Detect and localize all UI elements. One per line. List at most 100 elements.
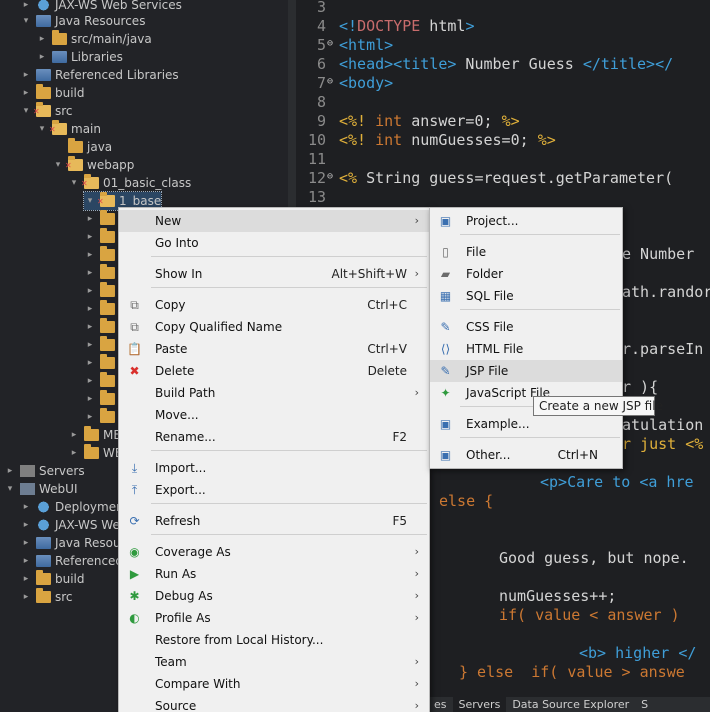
chevron-right-icon[interactable]: ▸: [84, 408, 96, 426]
tree-item[interactable]: ▸ Deployment: [20, 498, 129, 516]
chevron-down-icon[interactable]: ▾: [52, 156, 64, 174]
menu-item-show-in[interactable]: Show In Alt+Shift+W ›: [119, 263, 429, 285]
menu-item-coverage-as[interactable]: ◉ Coverage As ›: [119, 541, 429, 563]
submenu-item-project[interactable]: ▣ Project...: [430, 210, 622, 232]
chevron-right-icon[interactable]: ▸: [36, 30, 48, 48]
tree-item[interactable]: ▸ JAX-WS Web: [20, 516, 128, 534]
chevron-right-icon[interactable]: ▸: [84, 354, 96, 372]
menu-item-copy-qualified-name[interactable]: ⧉ Copy Qualified Name: [119, 316, 429, 338]
menu-item-new[interactable]: New ›: [119, 210, 429, 232]
code-line[interactable]: else {: [439, 492, 493, 510]
tree-item[interactable]: ▸ Referenced: [20, 552, 123, 570]
tree-item[interactable]: ▸: [84, 408, 119, 426]
chevron-right-icon[interactable]: ▸: [84, 228, 96, 246]
code-line[interactable]: <!DOCTYPE html>: [339, 17, 474, 35]
chevron-right-icon[interactable]: ▸: [68, 426, 80, 444]
chevron-right-icon[interactable]: ▸: [20, 570, 32, 588]
code-line[interactable]: numGuesses++;: [499, 587, 616, 605]
menu-item-run-as[interactable]: ▶ Run As ›: [119, 563, 429, 585]
menu-item-move[interactable]: Move...: [119, 404, 429, 426]
tree-item[interactable]: ▸: [84, 246, 119, 264]
menu-item-export[interactable]: ⤒ Export...: [119, 479, 429, 501]
fold-toggle-icon[interactable]: ⊖: [327, 171, 337, 182]
submenu-item-folder[interactable]: ▰ Folder: [430, 263, 622, 285]
code-line[interactable]: e Number: [622, 245, 694, 263]
menu-item-import[interactable]: ⤓ Import...: [119, 457, 429, 479]
tree-item[interactable]: ▸ Java Resourc: [20, 534, 132, 552]
chevron-down-icon[interactable]: ▾: [4, 480, 16, 498]
tree-item[interactable]: ▸: [84, 336, 119, 354]
tree-item[interactable]: ▸: [84, 300, 119, 318]
tree-item[interactable]: java: [52, 138, 112, 156]
tree-item[interactable]: ▸: [84, 354, 119, 372]
submenu-item-css-file[interactable]: ✎ CSS File: [430, 316, 622, 338]
menu-item-compare-with[interactable]: Compare With ›: [119, 673, 429, 695]
menu-item-team[interactable]: Team ›: [119, 651, 429, 673]
tree-item[interactable]: ▾ 01_basic_class: [68, 174, 191, 193]
chevron-right-icon[interactable]: ▸: [84, 300, 96, 318]
chevron-right-icon[interactable]: ▸: [84, 390, 96, 408]
code-line[interactable]: <% String guess=request.getParameter(: [339, 169, 673, 187]
code-line[interactable]: r ){: [622, 378, 658, 396]
chevron-right-icon[interactable]: ▸: [20, 534, 32, 552]
chevron-right-icon[interactable]: ▸: [20, 552, 32, 570]
tree-item[interactable]: ▸: [84, 372, 119, 390]
menu-item-restore-from-local-history[interactable]: Restore from Local History...: [119, 629, 429, 651]
chevron-right-icon[interactable]: ▸: [84, 318, 96, 336]
chevron-right-icon[interactable]: ▸: [20, 84, 32, 102]
code-line[interactable]: ath.randor: [622, 283, 710, 301]
code-line[interactable]: Good guess, but nope.: [499, 549, 689, 567]
code-line[interactable]: <b> higher </: [579, 644, 696, 662]
code-line[interactable]: atulation: [622, 416, 703, 434]
code-line[interactable]: <html>: [339, 36, 393, 54]
code-line[interactable]: <p>Care to <a hre: [540, 473, 694, 491]
menu-item-source[interactable]: Source ›: [119, 695, 429, 712]
submenu-item-jsp-file[interactable]: ✎ JSP File: [430, 360, 622, 382]
chevron-right-icon[interactable]: ▸: [36, 48, 48, 66]
tree-item[interactable]: ▸: [84, 318, 119, 336]
chevron-down-icon[interactable]: ▾: [36, 120, 48, 138]
tree-item[interactable]: ▸ src/main/java: [36, 30, 152, 48]
tab-es[interactable]: es: [428, 697, 453, 712]
tree-item[interactable]: ▾ webapp: [52, 156, 134, 175]
chevron-down-icon[interactable]: ▾: [20, 102, 32, 120]
tree-item[interactable]: ▸ Referenced Libraries: [20, 66, 179, 84]
code-line[interactable]: <head><title> Number Guess </title></: [339, 55, 673, 73]
menu-item-rename[interactable]: Rename... F2: [119, 426, 429, 448]
code-line[interactable]: r.parseIn: [622, 340, 703, 358]
fold-toggle-icon[interactable]: ⊖: [327, 38, 337, 49]
tab-data-source-explorer[interactable]: Data Source Explorer: [506, 697, 635, 712]
fold-toggle-icon[interactable]: ⊖: [327, 76, 337, 87]
chevron-down-icon[interactable]: ▾: [84, 192, 96, 210]
submenu-item-other[interactable]: ▣ Other... Ctrl+N: [430, 444, 622, 466]
tree-item[interactable]: ▸: [84, 282, 119, 300]
tree-item[interactable]: ▸: [84, 264, 119, 282]
chevron-right-icon[interactable]: ▸: [84, 372, 96, 390]
code-line[interactable]: r just <%: [622, 435, 703, 453]
menu-item-refresh[interactable]: ⟳ Refresh F5: [119, 510, 429, 532]
code-line[interactable]: <%! int answer=0; %>: [339, 112, 520, 130]
chevron-right-icon[interactable]: ▸: [84, 282, 96, 300]
code-line[interactable]: if( value < answer ): [499, 606, 680, 624]
tree-item[interactable]: ▸ Libraries: [36, 48, 123, 66]
menu-item-copy[interactable]: ⧉ Copy Ctrl+C: [119, 294, 429, 316]
tree-item[interactable]: ▾ main: [36, 120, 101, 139]
submenu-item-sql-file[interactable]: ▦ SQL File: [430, 285, 622, 307]
chevron-right-icon[interactable]: ▸: [20, 66, 32, 84]
tree-item[interactable]: ▸ WE: [68, 444, 122, 462]
tree-item[interactable]: ▸: [84, 390, 119, 408]
tab-servers[interactable]: Servers: [452, 697, 507, 712]
chevron-right-icon[interactable]: ▸: [20, 498, 32, 516]
submenu-item-html-file[interactable]: ⟨⟩ HTML File: [430, 338, 622, 360]
chevron-right-icon[interactable]: ▸: [84, 264, 96, 282]
chevron-right-icon[interactable]: ▸: [20, 588, 32, 606]
menu-item-paste[interactable]: 📋 Paste Ctrl+V: [119, 338, 429, 360]
chevron-right-icon[interactable]: ▸: [84, 246, 96, 264]
menu-item-profile-as[interactable]: ◐ Profile As ›: [119, 607, 429, 629]
chevron-right-icon[interactable]: ▸: [68, 444, 80, 462]
tree-item[interactable]: ▾ WebUI: [4, 480, 78, 498]
chevron-down-icon[interactable]: ▾: [20, 12, 32, 30]
tree-item[interactable]: ▸ src: [20, 588, 73, 606]
submenu-item-file[interactable]: ▯ File: [430, 241, 622, 263]
tree-item[interactable]: ▸: [84, 210, 119, 228]
